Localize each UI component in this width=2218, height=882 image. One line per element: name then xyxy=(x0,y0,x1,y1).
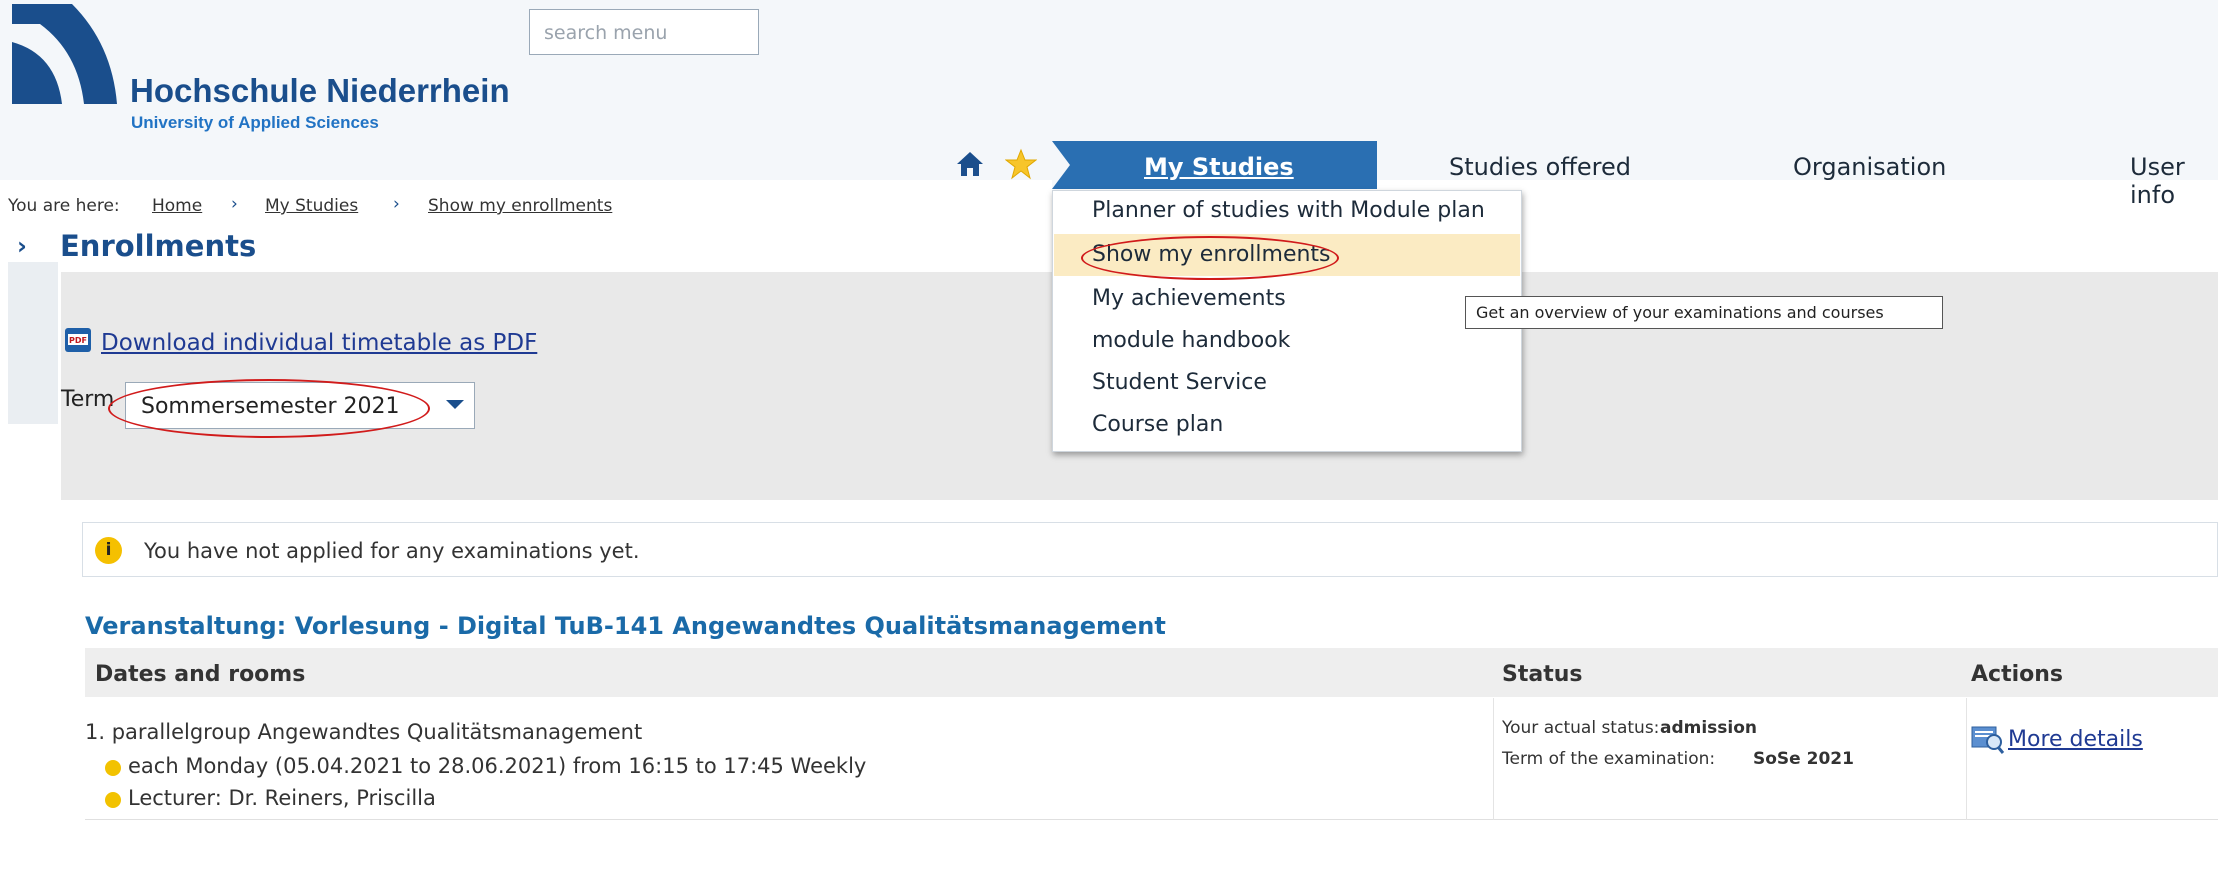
parallelgroup-name: 1. parallelgroup Angewandtes Qualitätsma… xyxy=(85,720,643,744)
details-magnifier-icon[interactable] xyxy=(1971,723,2005,755)
column-divider xyxy=(1966,698,1967,820)
nav-tab-organisation[interactable]: Organisation xyxy=(1793,153,1946,181)
bullet-icon xyxy=(105,792,121,808)
table-header xyxy=(85,648,2218,697)
column-divider xyxy=(1493,698,1494,820)
event-title: Veranstaltung: Vorlesung - Digital TuB-1… xyxy=(85,612,1166,640)
breadcrumb-prefix: You are here: xyxy=(8,196,120,216)
info-message: You have not applied for any examination… xyxy=(144,539,640,563)
favorites-star-icon[interactable] xyxy=(1005,148,1037,180)
home-icon[interactable] xyxy=(955,150,985,178)
status-label: Your actual status: xyxy=(1502,718,1660,738)
column-header-actions: Actions xyxy=(1971,662,2063,687)
column-header-dates-rooms: Dates and rooms xyxy=(95,662,306,687)
lecturer-text: Lecturer: Dr. Reiners, Priscilla xyxy=(128,786,436,810)
nav-tab-studies-offered[interactable]: Studies offered xyxy=(1449,153,1631,181)
breadcrumb-separator-icon: › xyxy=(231,194,238,214)
menu-item-module-handbook[interactable]: module handbook xyxy=(1092,328,1290,353)
annotation-oval-term xyxy=(108,379,430,438)
annotation-oval-enrollments xyxy=(1081,236,1339,280)
nav-tab-user-info[interactable]: User info xyxy=(2130,153,2218,209)
pdf-icon: PDF xyxy=(65,328,91,352)
status-value: admission xyxy=(1660,718,1758,738)
brand-subtitle: University of Applied Sciences xyxy=(131,113,379,132)
breadcrumb-home[interactable]: Home xyxy=(152,196,202,216)
menu-item-course-plan[interactable]: Course plan xyxy=(1092,412,1223,437)
university-logo-icon xyxy=(12,4,117,104)
search-input[interactable]: search menu xyxy=(529,9,759,55)
exam-term-label: Term of the examination: xyxy=(1502,749,1716,769)
exam-term-value: SoSe 2021 xyxy=(1753,749,1854,769)
expand-chevron-icon[interactable]: › xyxy=(17,232,27,260)
breadcrumb-show-my-enrollments[interactable]: Show my enrollments xyxy=(428,196,612,216)
breadcrumb-my-studies[interactable]: My Studies xyxy=(265,196,358,216)
schedule-text: each Monday (05.04.2021 to 28.06.2021) f… xyxy=(128,754,867,778)
sidebar-toggle-strip[interactable] xyxy=(8,262,58,424)
menu-item-planner[interactable]: Planner of studies with Module plan xyxy=(1092,198,1485,223)
menu-item-student-service[interactable]: Student Service xyxy=(1092,370,1267,395)
more-details-link[interactable]: More details xyxy=(2008,727,2143,752)
term-label: Term xyxy=(61,387,115,412)
column-header-status: Status xyxy=(1502,662,1583,687)
bullet-icon xyxy=(105,760,121,776)
tooltip: Get an overview of your examinations and… xyxy=(1465,296,1943,329)
menu-item-my-achievements[interactable]: My achievements xyxy=(1092,286,1286,311)
nav-arrow-shape xyxy=(1052,141,1070,189)
chevron-down-icon[interactable] xyxy=(446,400,464,409)
page-title: Enrollments xyxy=(60,229,257,263)
breadcrumb-separator-icon: › xyxy=(393,194,400,214)
brand-name: Hochschule Niederrhein xyxy=(130,72,510,109)
download-timetable-pdf-link[interactable]: Download individual timetable as PDF xyxy=(101,330,537,356)
svg-text:PDF: PDF xyxy=(69,336,87,345)
info-icon: i xyxy=(95,537,122,564)
nav-tab-my-studies[interactable]: My Studies xyxy=(1144,153,1294,181)
